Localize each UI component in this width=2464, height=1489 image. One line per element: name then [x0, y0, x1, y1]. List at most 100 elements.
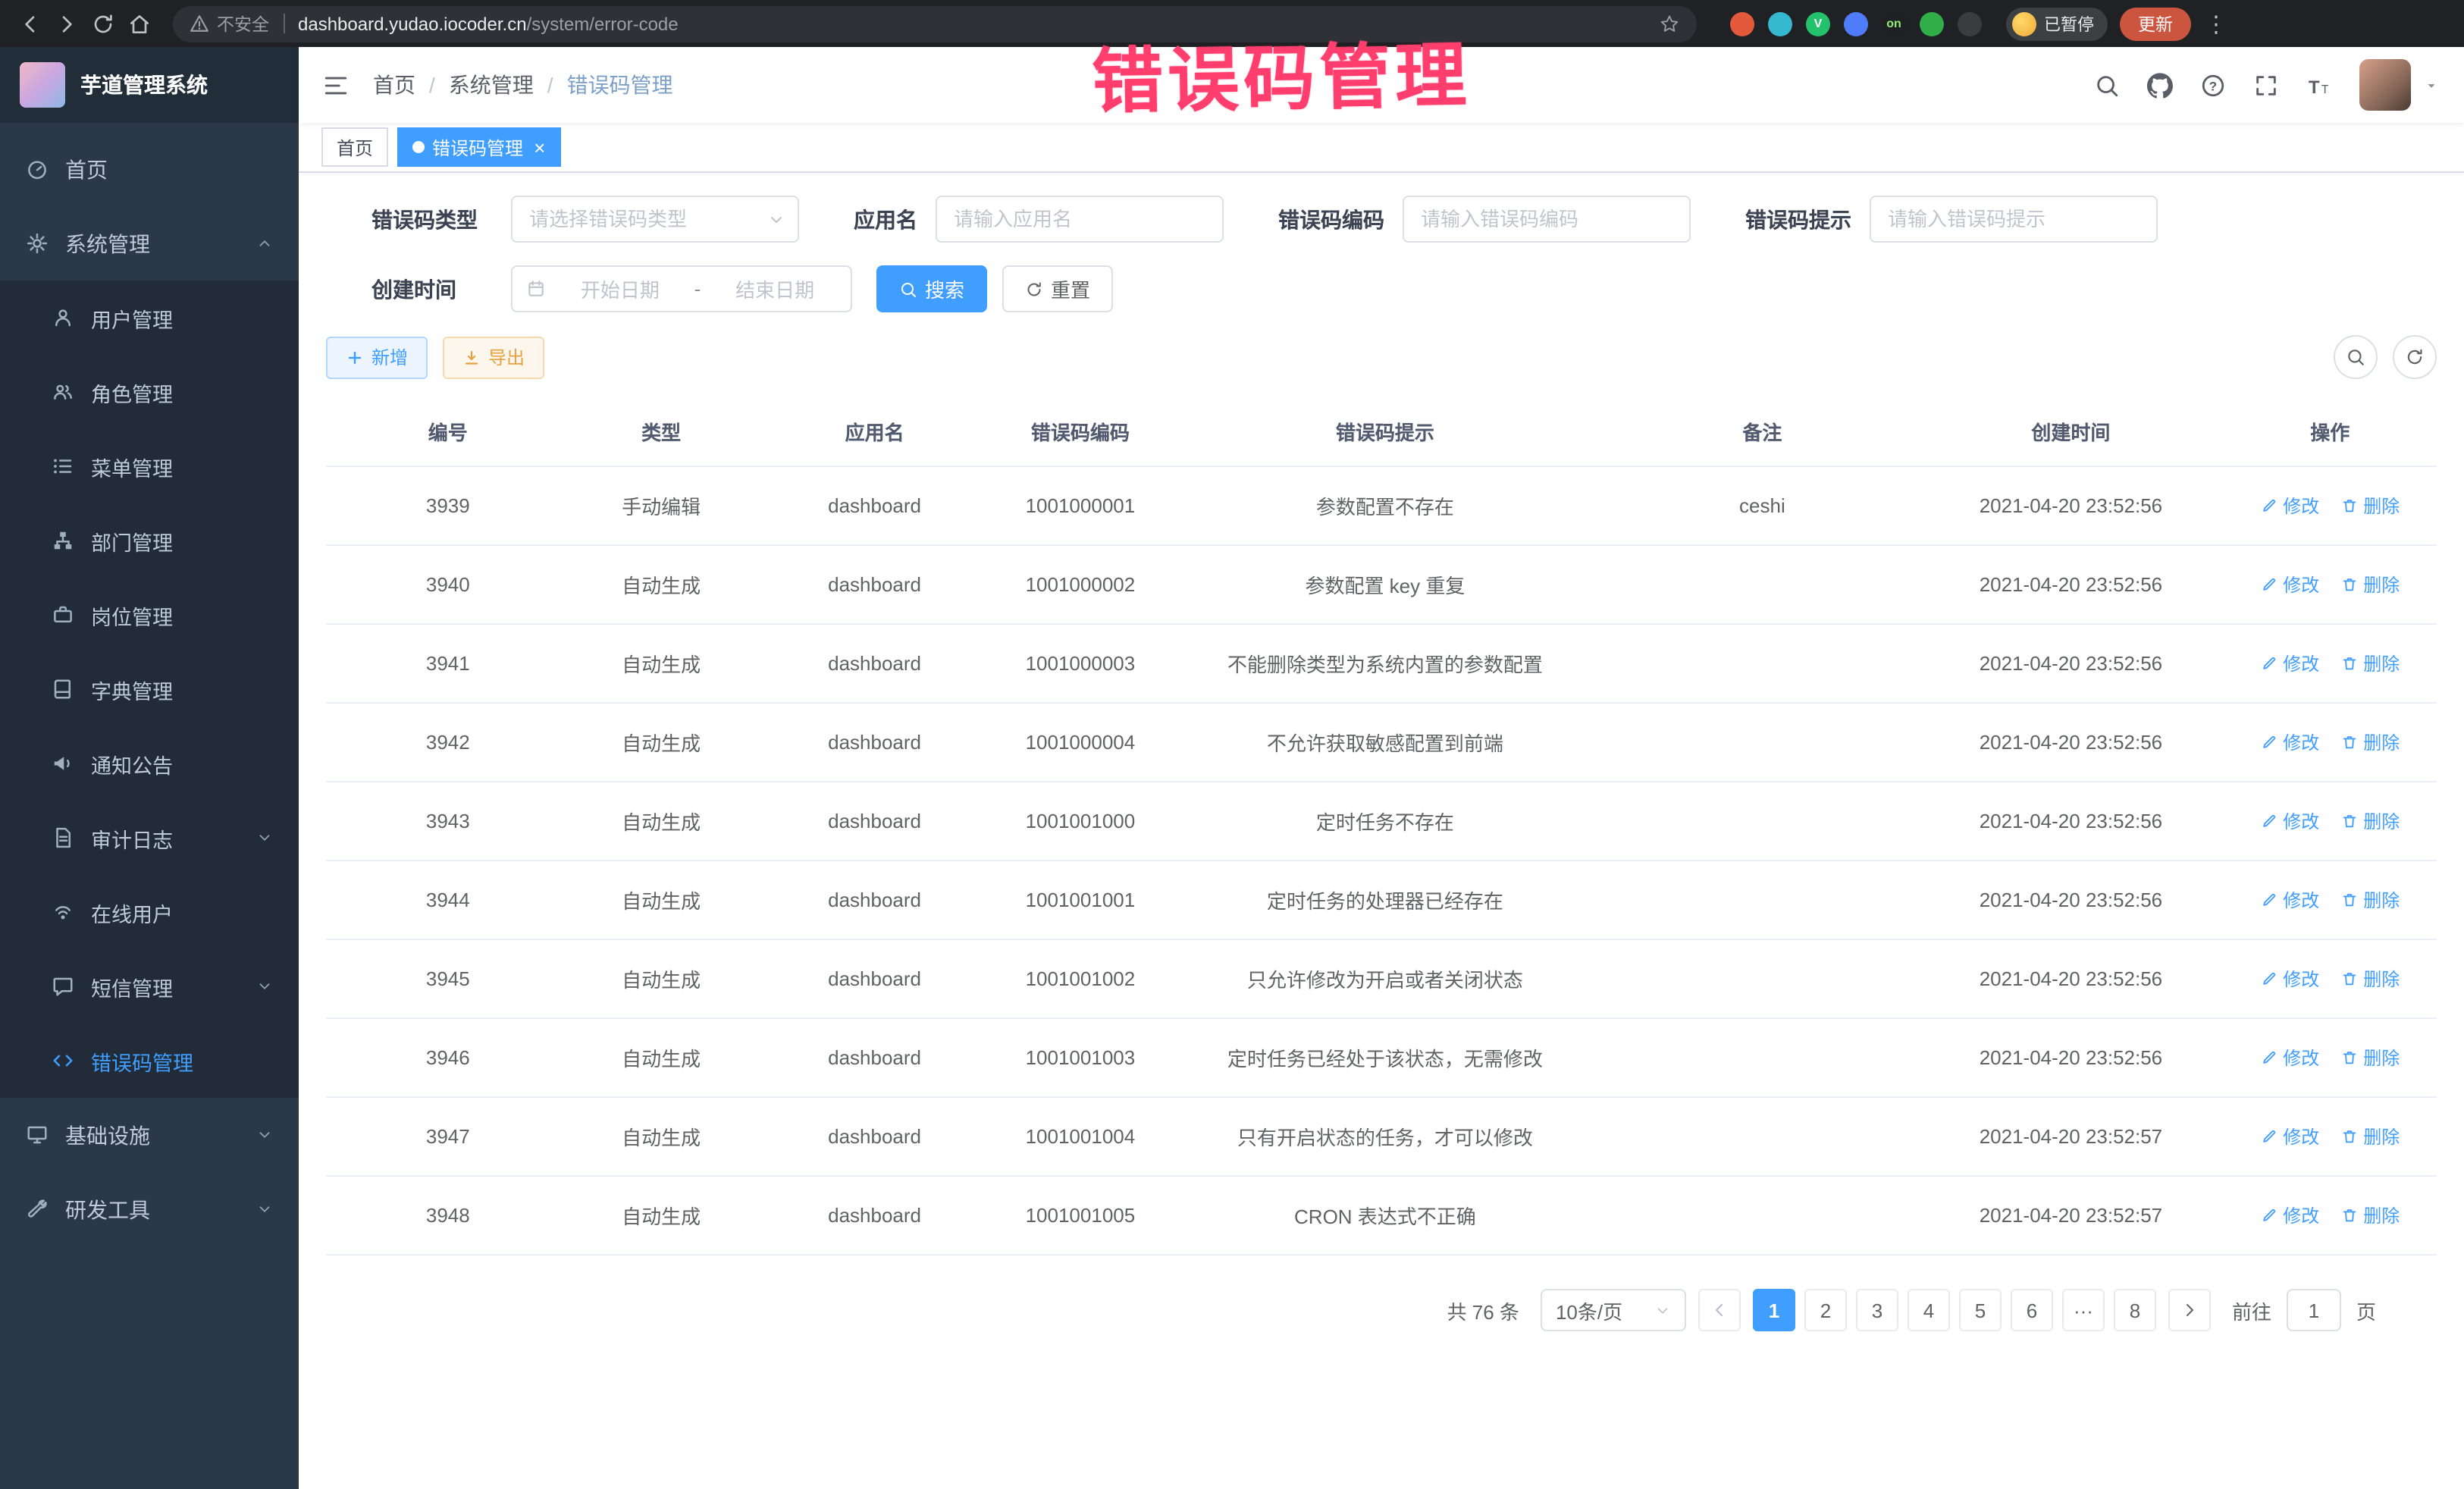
extension-icon[interactable]: [1768, 11, 1792, 36]
extension-icon[interactable]: V: [1806, 11, 1830, 36]
sidebar-item-label: 系统管理: [65, 228, 150, 259]
refresh-table-button[interactable]: [2393, 335, 2437, 379]
next-page-button[interactable]: [2168, 1289, 2211, 1331]
page-button[interactable]: 4: [1908, 1289, 1950, 1331]
page-button[interactable]: 1: [1753, 1289, 1795, 1331]
back-icon[interactable]: [18, 11, 42, 36]
github-icon[interactable]: [2147, 72, 2173, 98]
hamburger-icon[interactable]: [323, 72, 349, 98]
users-icon: [52, 381, 74, 403]
caret-down-icon[interactable]: [2423, 77, 2440, 93]
sidebar-item[interactable]: 岗位管理: [0, 578, 299, 652]
cell-hint: CRON 表达式不正确: [1164, 1176, 1606, 1255]
reload-icon[interactable]: [91, 11, 115, 36]
delete-button[interactable]: 删除: [2340, 1045, 2400, 1071]
edit-button[interactable]: 修改: [2260, 1045, 2319, 1071]
edit-button[interactable]: 修改: [2260, 572, 2319, 597]
export-button[interactable]: 导出: [443, 336, 544, 378]
breadcrumb-item[interactable]: 系统管理: [449, 70, 534, 100]
extension-icon[interactable]: [1844, 11, 1868, 36]
extension-icon[interactable]: on: [1882, 11, 1906, 36]
cell-actions: 修改删除: [2223, 1018, 2437, 1097]
sidebar-item[interactable]: 系统管理: [0, 206, 299, 281]
home-icon[interactable]: [127, 11, 152, 36]
delete-button[interactable]: 删除: [2340, 966, 2400, 992]
sidebar-item[interactable]: 审计日志: [0, 801, 299, 875]
delete-button[interactable]: 删除: [2340, 650, 2400, 676]
more-pages-button[interactable]: ···: [2062, 1289, 2105, 1331]
edit-button[interactable]: 修改: [2260, 808, 2319, 834]
sidebar-item[interactable]: 基础设施: [0, 1098, 299, 1172]
browser-update-button[interactable]: 更新: [2120, 7, 2191, 40]
page-button[interactable]: 2: [1804, 1289, 1847, 1331]
prev-page-button[interactable]: [1698, 1289, 1741, 1331]
cell-code: 1001000004: [996, 703, 1164, 782]
app-name-input[interactable]: [936, 196, 1224, 243]
search-button[interactable]: 搜索: [876, 265, 987, 312]
active-dot: [412, 141, 425, 153]
sidebar-item[interactable]: 部门管理: [0, 503, 299, 578]
edit-button[interactable]: 修改: [2260, 493, 2319, 519]
error-hint-field[interactable]: [1870, 196, 2158, 243]
font-size-icon[interactable]: TT: [2306, 72, 2332, 98]
create-time-range-picker[interactable]: 开始日期 - 结束日期: [511, 265, 852, 312]
error-type-select[interactable]: [511, 196, 799, 243]
delete-button[interactable]: 删除: [2340, 1124, 2400, 1149]
user-avatar[interactable]: [2359, 59, 2411, 111]
browser-menu-icon[interactable]: ⋮: [2205, 10, 2227, 37]
start-date-placeholder: 开始日期: [558, 274, 682, 303]
edit-button[interactable]: 修改: [2260, 1124, 2319, 1149]
add-button[interactable]: 新增: [326, 336, 428, 378]
help-icon[interactable]: ?: [2200, 72, 2226, 98]
error-hint-input[interactable]: [1870, 196, 2158, 243]
edit-button[interactable]: 修改: [2260, 887, 2319, 913]
error-code-input[interactable]: [1403, 196, 1691, 243]
edit-button[interactable]: 修改: [2260, 729, 2319, 755]
tag-item[interactable]: 错误码管理×: [397, 127, 560, 167]
sidebar-item[interactable]: 字典管理: [0, 652, 299, 726]
extension-icon[interactable]: [1920, 11, 1944, 36]
goto-page-input[interactable]: [2287, 1289, 2341, 1331]
page-button[interactable]: 3: [1856, 1289, 1898, 1331]
delete-button[interactable]: 删除: [2340, 887, 2400, 913]
sidebar-item[interactable]: 通知公告: [0, 726, 299, 801]
reset-button[interactable]: 重置: [1002, 265, 1113, 312]
delete-button[interactable]: 删除: [2340, 729, 2400, 755]
sidebar-item[interactable]: 首页: [0, 132, 299, 206]
cell-time: 2021-04-20 23:52:56: [1918, 860, 2223, 939]
sidebar-item[interactable]: 在线用户: [0, 875, 299, 949]
fullscreen-icon[interactable]: [2253, 72, 2279, 98]
edit-button[interactable]: 修改: [2260, 966, 2319, 992]
forward-icon[interactable]: [55, 11, 79, 36]
sidebar-item[interactable]: 角色管理: [0, 355, 299, 429]
delete-button[interactable]: 删除: [2340, 808, 2400, 834]
sidebar-item[interactable]: 用户管理: [0, 281, 299, 355]
error-code-field[interactable]: [1403, 196, 1691, 243]
toggle-search-button[interactable]: [2334, 335, 2378, 379]
tag-item[interactable]: 首页: [321, 127, 388, 167]
edit-button[interactable]: 修改: [2260, 1202, 2319, 1228]
extension-icon[interactable]: [1958, 11, 1982, 36]
bookmark-star-icon[interactable]: [1659, 13, 1680, 34]
error-type-select-input[interactable]: [511, 196, 799, 243]
delete-button[interactable]: 删除: [2340, 1202, 2400, 1228]
delete-button[interactable]: 删除: [2340, 493, 2400, 519]
search-icon[interactable]: [2094, 72, 2120, 98]
edit-button[interactable]: 修改: [2260, 650, 2319, 676]
delete-button[interactable]: 删除: [2340, 572, 2400, 597]
app-name-field[interactable]: [936, 196, 1224, 243]
infrastructure-icon: [26, 1124, 49, 1146]
sidebar-item[interactable]: 菜单管理: [0, 429, 299, 503]
breadcrumb-item[interactable]: 首页: [373, 70, 415, 100]
sidebar-item[interactable]: 短信管理: [0, 949, 299, 1023]
page-size-select[interactable]: 10条/页: [1541, 1289, 1686, 1331]
extension-icon[interactable]: [1730, 11, 1754, 36]
page-button[interactable]: 8: [2114, 1289, 2156, 1331]
address-bar[interactable]: 不安全 dashboard.yudao.iocoder.cn/system/er…: [173, 5, 1697, 42]
close-icon[interactable]: ×: [534, 137, 545, 157]
profile-badge[interactable]: 已暂停: [2006, 7, 2108, 40]
page-button[interactable]: 5: [1959, 1289, 2002, 1331]
sidebar-item[interactable]: 错误码管理: [0, 1023, 299, 1098]
page-button[interactable]: 6: [2011, 1289, 2053, 1331]
sidebar-item[interactable]: 研发工具: [0, 1172, 299, 1246]
